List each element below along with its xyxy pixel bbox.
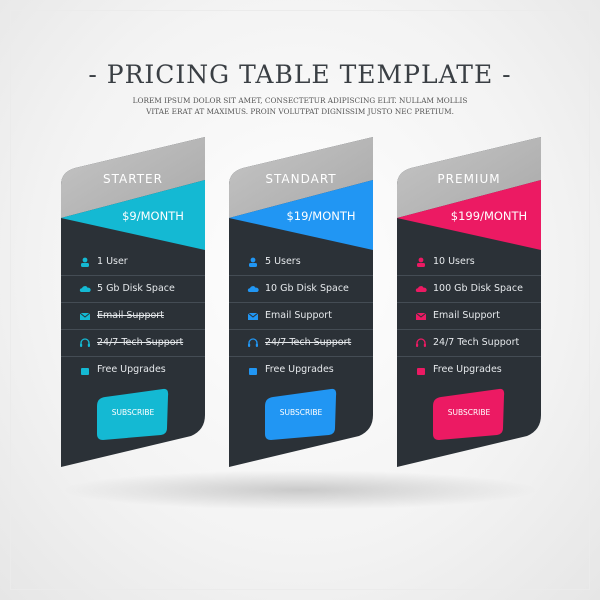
subscribe-button[interactable]: SUBSCRIBE	[97, 388, 169, 440]
user-icon	[79, 257, 91, 267]
envelope-icon	[247, 311, 259, 321]
feature-item: Free Upgrades	[247, 356, 373, 383]
feature-text: Free Upgrades	[97, 364, 166, 375]
subtitle-line: VITAE ERAT AT MAXIMUS. PROIN VOLUTPAT DI…	[146, 107, 454, 116]
pricing-card-standart: STANDART $19/MONTH 5 Users 10 Gb Disk Sp…	[229, 130, 379, 475]
feature-text: 24/7 Tech Support	[265, 337, 352, 348]
feature-text: Free Upgrades	[265, 364, 334, 375]
subscribe-label: SUBSCRIBE	[279, 408, 323, 417]
feature-text: 5 Gb Disk Space	[97, 283, 175, 294]
pricing-card-starter: STARTER $9/MONTH 1 User 5 Gb Disk Space …	[61, 130, 211, 475]
user-icon	[415, 257, 427, 267]
plan-name: STANDART	[265, 172, 337, 186]
envelope-icon	[79, 311, 91, 321]
plan-price: $199/MONTH	[450, 209, 528, 223]
cards-shadow	[60, 470, 540, 510]
feature-text: 1 User	[97, 256, 128, 267]
feature-text: 5 Users	[265, 256, 301, 267]
subtitle-line: LOREM IPSUM DOLOR SIT AMET, CONSECTETUR …	[132, 96, 468, 105]
cloud-icon	[415, 284, 427, 294]
subscribe-button[interactable]: SUBSCRIBE	[433, 388, 505, 440]
feature-item: Free Upgrades	[415, 356, 541, 383]
subscribe-button[interactable]: SUBSCRIBE	[265, 388, 337, 440]
feature-text: 10 Users	[433, 256, 475, 267]
feature-item: 5 Users	[247, 248, 373, 275]
feature-item: Free Upgrades	[79, 356, 205, 383]
plan-name: PREMIUM	[437, 172, 501, 186]
feature-item: 10 Gb Disk Space	[247, 275, 373, 302]
cloud-icon	[247, 284, 259, 294]
gift-icon	[415, 365, 427, 375]
feature-text: Free Upgrades	[433, 364, 502, 375]
plan-price: $19/MONTH	[286, 209, 356, 223]
feature-item: 24/7 Tech Support	[415, 329, 541, 356]
feature-text: Email Support	[433, 310, 500, 321]
feature-text: Email Support	[265, 310, 332, 321]
pricing-card-premium: PREMIUM $199/MONTH 10 Users 100 Gb Disk …	[397, 130, 547, 475]
feature-item: 10 Users	[415, 248, 541, 275]
cloud-icon	[79, 284, 91, 294]
subscribe-label: SUBSCRIBE	[447, 408, 491, 417]
headset-icon	[415, 337, 427, 348]
envelope-icon	[415, 311, 427, 321]
feature-item: 1 User	[79, 248, 205, 275]
page-title: - PRICING TABLE TEMPLATE -	[88, 60, 512, 89]
feature-text: 10 Gb Disk Space	[265, 283, 349, 294]
plan-name: STARTER	[103, 172, 163, 186]
feature-text: 100 Gb Disk Space	[433, 283, 523, 294]
feature-item: Email Support	[247, 302, 373, 329]
page-subtitle: LOREM IPSUM DOLOR SIT AMET, CONSECTETUR …	[0, 95, 600, 117]
feature-item: Email Support	[79, 302, 205, 329]
feature-text: 24/7 Tech Support	[97, 337, 184, 348]
user-icon	[247, 257, 259, 267]
feature-text: Email Support	[97, 310, 164, 321]
gift-icon	[247, 365, 259, 375]
feature-item: 24/7 Tech Support	[79, 329, 205, 356]
headset-icon	[79, 337, 91, 348]
feature-item: Email Support	[415, 302, 541, 329]
feature-item: 100 Gb Disk Space	[415, 275, 541, 302]
plan-price: $9/MONTH	[122, 209, 184, 223]
feature-item: 24/7 Tech Support	[247, 329, 373, 356]
gift-icon	[79, 365, 91, 375]
feature-item: 5 Gb Disk Space	[79, 275, 205, 302]
subscribe-label: SUBSCRIBE	[111, 408, 155, 417]
headset-icon	[247, 337, 259, 348]
feature-text: 24/7 Tech Support	[433, 337, 520, 348]
